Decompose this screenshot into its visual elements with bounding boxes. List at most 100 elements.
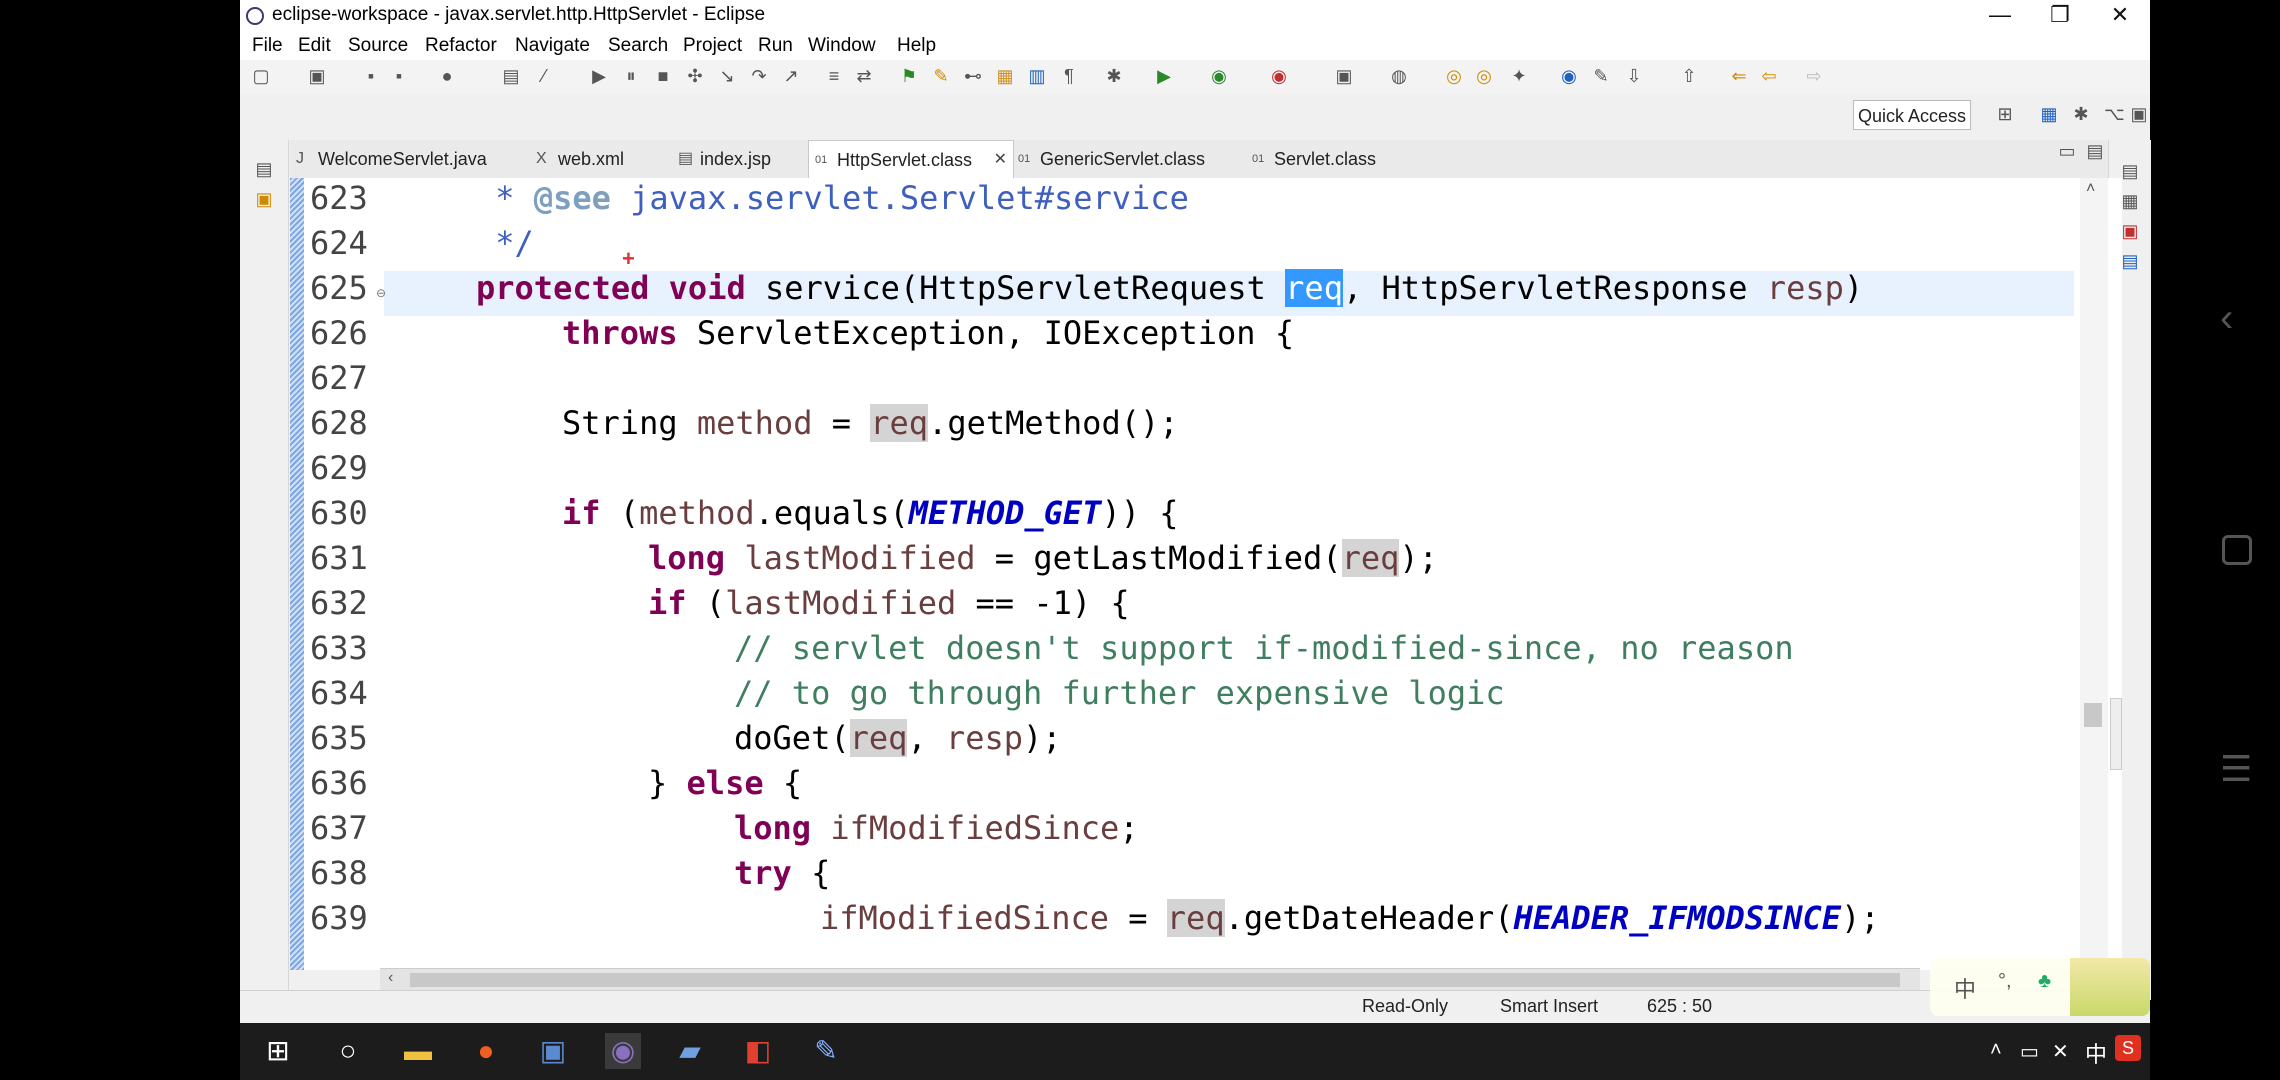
file-explorer-icon[interactable]: ▬ xyxy=(400,1033,436,1069)
back-icon[interactable]: ⇦ xyxy=(1760,67,1778,85)
skip-breakpoints-icon[interactable]: ⁄ xyxy=(535,67,553,85)
recorder-app-icon[interactable]: ◧ xyxy=(740,1033,776,1069)
debug-bug-icon[interactable]: ✱ xyxy=(1105,67,1123,85)
vertical-scrollbar[interactable]: ˄ xyxy=(2080,178,2108,970)
tab-index-jsp[interactable]: ▤ index.jsp xyxy=(672,140,812,178)
minimize-button[interactable]: — xyxy=(1970,0,2030,32)
menu-navigate[interactable]: Navigate xyxy=(515,35,590,57)
restore-button[interactable]: ❐ xyxy=(2030,0,2090,32)
android-back-icon[interactable]: ‹ xyxy=(2220,296,2233,341)
ime-punctuation[interactable]: °, xyxy=(1998,970,2012,993)
save-all-icon[interactable]: ▪ xyxy=(390,67,408,85)
tab-web-xml[interactable]: X web.xml xyxy=(530,140,660,178)
notes-app-icon[interactable]: ▰ xyxy=(672,1033,708,1069)
close-button[interactable]: ✕ xyxy=(2090,0,2150,32)
external-tools-icon[interactable]: ◉ xyxy=(1270,67,1288,85)
ime-skin-icon[interactable]: ♣ xyxy=(2038,970,2051,993)
suspend-icon[interactable]: ⏸ xyxy=(622,67,640,85)
package-explorer-icon[interactable]: ▣ xyxy=(255,190,273,208)
tray-up-arrow-icon[interactable]: ˄ xyxy=(1990,1039,2002,1062)
outline-icon[interactable]: ▦ xyxy=(2121,192,2139,210)
console-icon[interactable]: ▤ xyxy=(502,67,520,85)
java-perspective-icon[interactable]: ▦ xyxy=(2040,105,2058,123)
scroll-up-arrow-icon[interactable]: ˄ xyxy=(2086,180,2095,198)
menu-file[interactable]: File xyxy=(252,35,283,57)
toggle-mark-icon[interactable]: ⚑ xyxy=(900,67,918,85)
new-icon[interactable]: ▢ xyxy=(252,67,270,85)
menu-project[interactable]: Project xyxy=(683,35,742,57)
step-return-icon[interactable]: ↗ xyxy=(782,67,800,85)
eclipse-taskbar-icon[interactable]: ◉ xyxy=(605,1033,641,1069)
open-type-icon[interactable]: ◎ xyxy=(1445,67,1463,85)
toggle-block-icon[interactable]: ⊷ xyxy=(964,67,982,85)
open-task-icon[interactable]: ◎ xyxy=(1475,67,1493,85)
code-editor[interactable]: 623 624 625 ⊖ 626 627 628 629 630 631 63… xyxy=(290,178,2090,970)
android-recents-icon[interactable]: ☰ xyxy=(2220,748,2252,790)
use-step-filters-icon[interactable]: ⇄ xyxy=(855,67,873,85)
ime-chinese-mode[interactable]: 中 xyxy=(1954,972,1976,1004)
vertical-scroll-thumb[interactable] xyxy=(2084,703,2102,727)
restore-view-icon[interactable]: ▤ xyxy=(255,160,273,178)
forward-icon[interactable]: ⇨ xyxy=(1805,67,1823,85)
coverage-icon[interactable]: ◉ xyxy=(1210,67,1228,85)
quick-access-input[interactable]: Quick Access xyxy=(1853,100,1971,130)
menu-window[interactable]: Window xyxy=(808,35,876,57)
debug-icon[interactable]: ● xyxy=(438,67,456,85)
show-whitespace-icon[interactable]: ▦ xyxy=(996,67,1014,85)
battery-icon[interactable]: ▭ xyxy=(2020,1039,2039,1064)
menu-help[interactable]: Help xyxy=(897,35,936,57)
debug-perspective-icon[interactable]: ✱ xyxy=(2072,105,2090,123)
open-perspective-icon[interactable]: ⊞ xyxy=(1996,105,2014,123)
menu-source[interactable]: Source xyxy=(348,35,408,57)
last-edit-location-icon[interactable]: ⇐ xyxy=(1730,67,1748,85)
terminate-icon[interactable]: ■ xyxy=(654,67,672,85)
paragraph-icon[interactable]: ¶ xyxy=(1060,67,1078,85)
disconnect-icon[interactable]: ✣ xyxy=(686,67,704,85)
menu-search[interactable]: Search xyxy=(608,35,668,57)
horizontal-scroll-thumb[interactable] xyxy=(410,973,1900,987)
maximize-editor-icon[interactable]: ▤ xyxy=(2086,142,2104,160)
save-icon[interactable]: ▪ xyxy=(362,67,380,85)
tab-httpservlet-class[interactable]: 01 HttpServlet.class ✕ xyxy=(808,140,1014,178)
problems-icon[interactable]: ▣ xyxy=(2121,222,2139,240)
fold-collapse-icon[interactable]: ⊖ xyxy=(376,286,386,300)
step-into-icon[interactable]: ↘ xyxy=(718,67,736,85)
volume-muted-icon[interactable]: ✕ xyxy=(2052,1039,2069,1064)
tab-servlet-class[interactable]: 01 Servlet.class xyxy=(1246,140,1416,178)
scroll-left-arrow-icon[interactable]: ‹ xyxy=(388,969,393,987)
annotation-icon[interactable]: ✎ xyxy=(1592,67,1610,85)
next-annotation-icon[interactable]: ⇩ xyxy=(1625,67,1643,85)
tab-welcomeservlet-java[interactable]: J WelcomeServlet.java xyxy=(290,140,528,178)
menu-edit[interactable]: Edit xyxy=(298,35,331,57)
cortana-search-icon[interactable]: ○ xyxy=(330,1033,366,1069)
git-perspective-icon[interactable]: ⌥ xyxy=(2104,105,2125,123)
desktop-app-icon[interactable]: ▣ xyxy=(535,1033,571,1069)
step-over-icon[interactable]: ↷ xyxy=(750,67,768,85)
prev-annotation-icon[interactable]: ⇧ xyxy=(1680,67,1698,85)
menu-refactor[interactable]: Refactor xyxy=(425,35,497,57)
sogou-ime-icon[interactable]: S xyxy=(2115,1035,2141,1061)
minimize-editor-icon[interactable]: ▭ xyxy=(2058,142,2076,160)
drop-frame-icon[interactable]: ≡ xyxy=(825,67,843,85)
close-tab-icon[interactable]: ✕ xyxy=(994,141,1007,179)
task-list-icon[interactable]: ▤ xyxy=(2121,252,2139,270)
new-class-icon[interactable]: ◍ xyxy=(1390,67,1408,85)
globe-icon[interactable]: ◉ xyxy=(1560,67,1578,85)
toggle-highlight-icon[interactable]: ✎ xyxy=(932,67,950,85)
firefox-icon[interactable]: ● xyxy=(468,1033,504,1069)
input-language-indicator[interactable]: 中 xyxy=(2085,1037,2107,1069)
open-icon[interactable]: ▣ xyxy=(308,67,326,85)
new-java-project-icon[interactable]: ▣ xyxy=(1335,67,1353,85)
horizontal-scrollbar[interactable]: ‹ xyxy=(380,968,1920,991)
word-wrap-icon[interactable]: ▥ xyxy=(1028,67,1046,85)
tab-genericservlet-class[interactable]: 01 GenericServlet.class xyxy=(1012,140,1244,178)
search-icon[interactable]: ✦ xyxy=(1510,67,1528,85)
menu-run[interactable]: Run xyxy=(758,35,793,57)
resume-icon[interactable]: ▶ xyxy=(590,67,608,85)
restore-right-view-icon[interactable]: ▤ xyxy=(2121,162,2139,180)
paint-app-icon[interactable]: ✎ xyxy=(808,1033,844,1069)
run-icon[interactable]: ▶ xyxy=(1155,67,1173,85)
android-home-icon[interactable] xyxy=(2222,535,2252,565)
resource-perspective-icon[interactable]: ▣ xyxy=(2130,105,2148,123)
windows-start-icon[interactable]: ⊞ xyxy=(260,1033,296,1069)
